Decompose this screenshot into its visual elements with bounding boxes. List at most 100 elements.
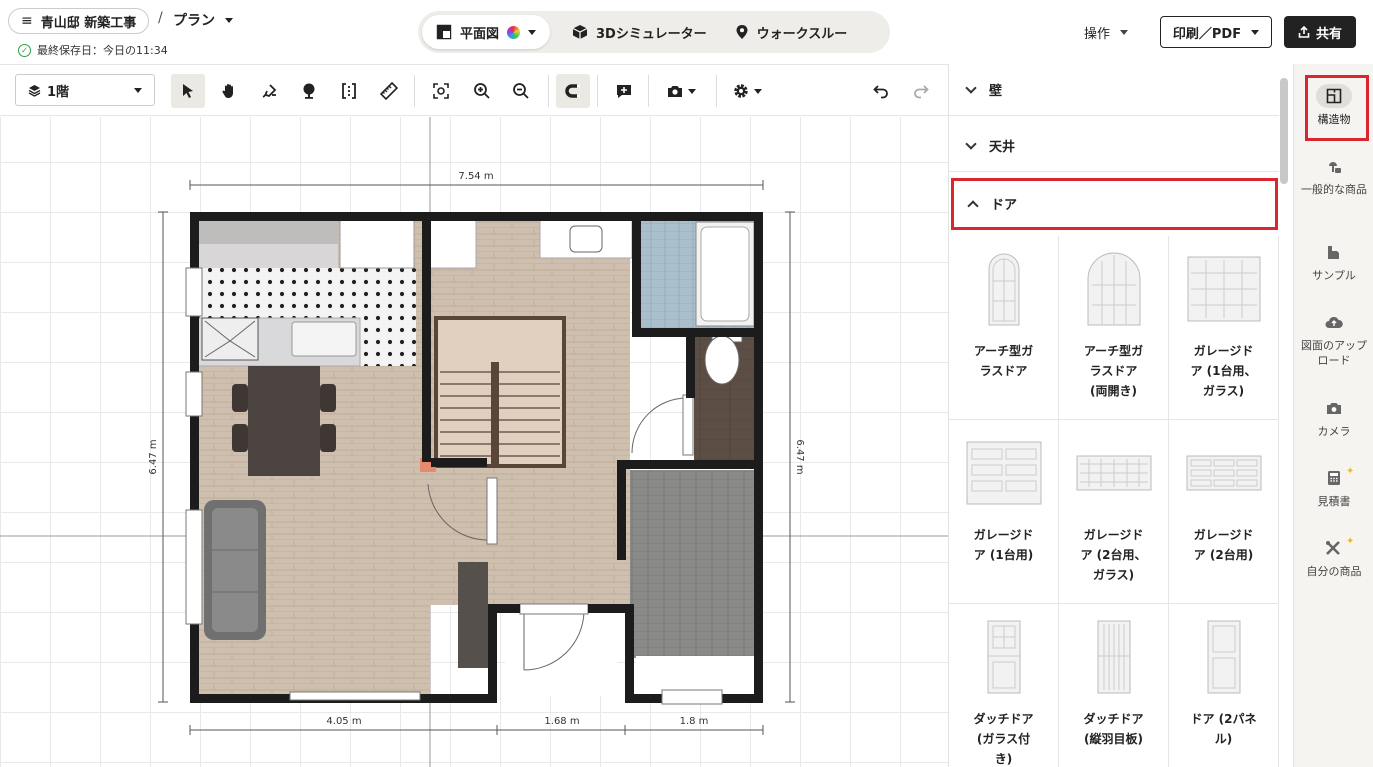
toolbar-divider [716,75,717,107]
check-circle-icon: ✓ [18,43,31,57]
cube-icon [572,25,588,39]
select-pointer-icon [183,84,193,98]
arch-glass-door-thumbnail [987,236,1021,341]
plan-dropdown[interactable]: プラン [173,10,233,30]
section-walls[interactable]: 壁 [949,64,1279,116]
zoom-out-button[interactable] [504,74,538,108]
tree-icon [303,83,315,99]
dim-bottom-3-label: 1.8 m [680,716,709,727]
rail-item-samples[interactable]: サンプル [1294,240,1373,283]
share-label: 共有 [1315,26,1342,42]
chevron-down-icon [965,137,977,150]
catalog-item[interactable]: アーチ型ガラスドア (両開き) [1059,236,1169,420]
area-select-button[interactable] [332,74,366,108]
catalog-item[interactable]: ドア (2パネル) [1169,604,1279,767]
dutch-glass-door-thumbnail [987,604,1021,709]
chevron-down-icon [528,29,537,35]
measure-button[interactable] [372,74,406,108]
rail-item-camera[interactable]: カメラ [1294,396,1373,439]
generic-products-icon [1316,154,1352,178]
catalog-item-label: アーチ型ガラスドア [973,344,1034,378]
tab-walkthrough-label: ウォークスルー [756,26,848,42]
garage-double-door-thumbnail [1186,420,1262,525]
tab-floorplan-label: 平面図 [460,26,500,42]
catalog-item[interactable]: ダッチドア (ガラス付き) [949,604,1059,767]
zoom-out-icon [513,83,529,99]
floor-select[interactable]: 1階 [15,74,155,106]
floorplan-drawing: 7.54 m 6.47 m 6.47 m 4.05 m 1.68 m 1.8 m [0,117,948,767]
rail-item-label: 自分の商品 [1306,565,1362,578]
dim-right-label: 6.47 m [794,439,805,474]
operations-menu[interactable]: 操作 [1084,23,1129,42]
section-doors[interactable]: ドア [951,178,1278,230]
tab-3d-simulator[interactable]: 3Dシミュレーター [558,15,721,49]
hamburger-icon: ≡ [21,13,33,29]
tab-floorplan[interactable]: 平面図 [422,15,551,49]
share-button[interactable]: 共有 [1284,16,1356,48]
floorplan-canvas[interactable]: 7.54 m 6.47 m 6.47 m 4.05 m 1.68 m 1.8 m [0,117,948,767]
camera-menu-button[interactable] [660,74,702,108]
draw-wall-button[interactable] [252,74,286,108]
add-comment-button[interactable] [607,74,641,108]
panel-scrollbar[interactable] [1280,78,1288,184]
catalog-item[interactable]: アーチ型ガラスドア [949,236,1059,420]
chevron-down-icon [1120,30,1129,35]
dim-bottom-2-label: 1.68 m [544,716,579,727]
project-menu-button[interactable]: ≡ 青山邸 新築工事 [8,8,150,34]
catalog-item[interactable]: ガレージドア (2台用、ガラス) [1059,420,1169,604]
category-rail: 構造物 一般的な商品 サンプル 図面のアップロード カメラ ✦ 見積書 ✦ 自分… [1293,64,1373,767]
garage-double-glass-door-thumbnail [1076,420,1152,525]
rail-item-generic-products[interactable]: 一般的な商品 [1294,154,1373,197]
catalog-item-label: アーチ型ガラスドア (両開き) [1083,344,1144,398]
print-pdf-button[interactable]: 印刷／PDF [1160,16,1272,48]
catalog-item[interactable]: ガレージドア (2台用) [1169,420,1279,604]
camera-icon [668,86,682,97]
chevron-down-icon [965,81,977,94]
floorplan-icon [436,24,452,40]
zoom-in-button[interactable] [465,74,499,108]
save-status: ✓ 最終保存日：今日の11:34 [18,42,168,58]
catalog-item[interactable]: ガレージドア (1台用、ガラス) [1169,236,1279,420]
operations-label: 操作 [1084,27,1111,42]
dim-left-label: 6.47 m [148,439,159,474]
zoom-fit-button[interactable] [424,74,458,108]
editor-toolbar: 1階 [0,64,948,116]
tab-3d-label: 3Dシミュレーター [596,26,707,42]
redo-button[interactable] [904,74,938,108]
dim-bottom-1-label: 4.05 m [326,716,361,727]
ruler-icon [380,82,398,100]
chevron-down-icon [225,17,233,23]
pan-tool-button[interactable] [212,74,246,108]
share-upload-icon [1298,26,1310,38]
zoom-in-icon [474,83,490,99]
rail-item-estimate[interactable]: ✦ 見積書 [1294,466,1373,509]
toolbar-divider [648,75,649,107]
section-ceiling-label: 天井 [989,140,1016,155]
highlight-box [1305,75,1369,141]
rail-item-my-products[interactable]: ✦ 自分の商品 [1294,536,1373,579]
catalog-item[interactable]: ダッチドア (縦羽目板) [1059,604,1169,767]
catalog-item[interactable]: ガレージドア (1台用) [949,420,1059,604]
tab-walkthrough[interactable]: ウォークスルー [721,15,862,49]
settings-menu-button[interactable] [726,74,768,108]
structure-panel: 壁 天井 ドア アーチ型ガラスドア アーチ型ガラスドア (両開き) ガレージドア… [948,64,1293,767]
undo-button[interactable] [864,74,898,108]
camera-icon [1316,396,1352,420]
section-ceiling[interactable]: 天井 [949,120,1279,172]
chevron-down-icon [1251,29,1260,35]
rail-item-label: カメラ [1317,425,1351,438]
location-pin-icon [736,25,748,39]
catalog-item-label: ドア (2パネル) [1190,712,1257,746]
arch-glass-double-door-thumbnail [1086,236,1142,341]
garage-door-thumbnail [966,420,1042,525]
landscape-button[interactable] [292,74,326,108]
rail-item-upload-plan[interactable]: 図面のアップロード [1294,310,1373,368]
catalog-item-label: ガレージドア (2台用、ガラス) [1080,528,1147,582]
chevron-down-icon [754,88,762,94]
catalog-item-label: ダッチドア (ガラス付き) [973,712,1034,766]
snap-toggle-button[interactable] [556,74,590,108]
select-tool-button[interactable] [171,74,205,108]
settings-icon [734,84,748,98]
toolbar-divider [597,75,598,107]
rail-item-label: サンプル [1312,269,1356,282]
